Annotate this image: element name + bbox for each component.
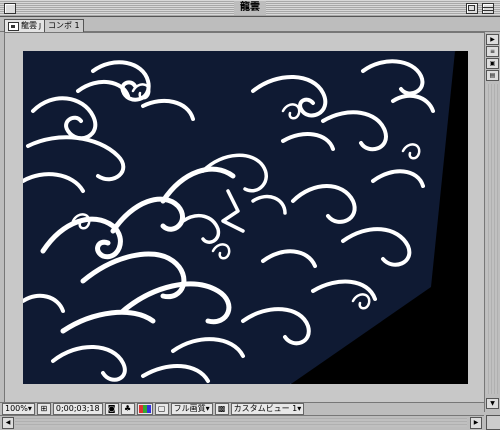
chevron-down-icon: ▾ xyxy=(297,404,302,413)
cloud-dragon-artwork xyxy=(23,51,456,384)
resolution-value: フル画質 xyxy=(173,404,206,413)
rgb-channels-icon[interactable] xyxy=(136,403,153,415)
collapse-box-icon[interactable] xyxy=(482,3,494,14)
tab-ryuun[interactable]: 龍雲 J xyxy=(4,19,46,32)
tab-bar: 龍雲 J コンポ 1 xyxy=(0,17,500,32)
resolution-dropdown[interactable]: フル画質 ▾ xyxy=(170,403,213,415)
viewer-footer: 100% ▾ ⊞ 0;00;03;18 ◙ ♣ ▢ フル画質 ▾ ▩ カスタムビュー… xyxy=(0,402,484,415)
tab-label: コンポ 1 xyxy=(48,21,80,30)
transparency-grid-icon[interactable]: ▩ xyxy=(214,403,229,415)
scroll-left-icon[interactable]: ◀ xyxy=(2,417,14,429)
layer-view-icon[interactable]: ▣ xyxy=(486,58,499,69)
safe-zones-icon[interactable]: ⊞ xyxy=(36,403,51,415)
options-icon[interactable]: ▤ xyxy=(486,70,499,81)
view-dropdown[interactable]: カスタムビュー 1 ▾ xyxy=(230,403,305,415)
timecode-value: 0;00;03;18 xyxy=(55,404,100,413)
resize-grip-icon[interactable] xyxy=(486,415,500,430)
horizontal-scrollbar[interactable]: ◀ ▶ xyxy=(0,415,484,429)
scroll-down-icon[interactable]: ▼ xyxy=(486,398,499,409)
camera-icon[interactable]: ◙ xyxy=(104,403,119,415)
region-of-interest-icon[interactable]: ▢ xyxy=(154,403,169,415)
view-value: カスタムビュー 1 xyxy=(233,404,298,413)
right-panel-strip: ▶ ≡ ▣ ▤ ▼ xyxy=(484,32,500,412)
scroll-right-icon[interactable]: ▶ xyxy=(470,417,482,429)
flowchart-arrow-icon[interactable]: ▶ xyxy=(486,34,499,45)
snapshot-icon[interactable]: ♣ xyxy=(120,403,135,415)
tab-label: 龍雲 xyxy=(21,21,37,30)
zoom-box-icon[interactable] xyxy=(466,3,478,14)
zoom-value: 100% xyxy=(5,404,28,413)
composition-viewer[interactable] xyxy=(4,32,485,403)
title-bar[interactable]: 龍雲 xyxy=(0,0,500,17)
tab-comp-1[interactable]: コンポ 1 xyxy=(44,19,84,32)
chevron-down-icon: ▾ xyxy=(27,404,32,413)
composition-frame[interactable] xyxy=(23,51,468,384)
chevron-down-icon: ▾ xyxy=(205,404,210,413)
window-title: 龍雲 xyxy=(234,1,266,15)
timecode-display[interactable]: 0;00;03;18 xyxy=(52,403,103,415)
panel-menu-icon[interactable]: ≡ xyxy=(486,46,499,57)
vertical-scrollbar[interactable] xyxy=(486,84,498,394)
zoom-dropdown[interactable]: 100% ▾ xyxy=(2,403,35,415)
composition-icon xyxy=(8,21,19,31)
close-box-icon[interactable] xyxy=(4,3,16,14)
horizontal-scroll-track[interactable] xyxy=(15,418,467,427)
tab-close-icon[interactable]: J xyxy=(39,20,41,32)
